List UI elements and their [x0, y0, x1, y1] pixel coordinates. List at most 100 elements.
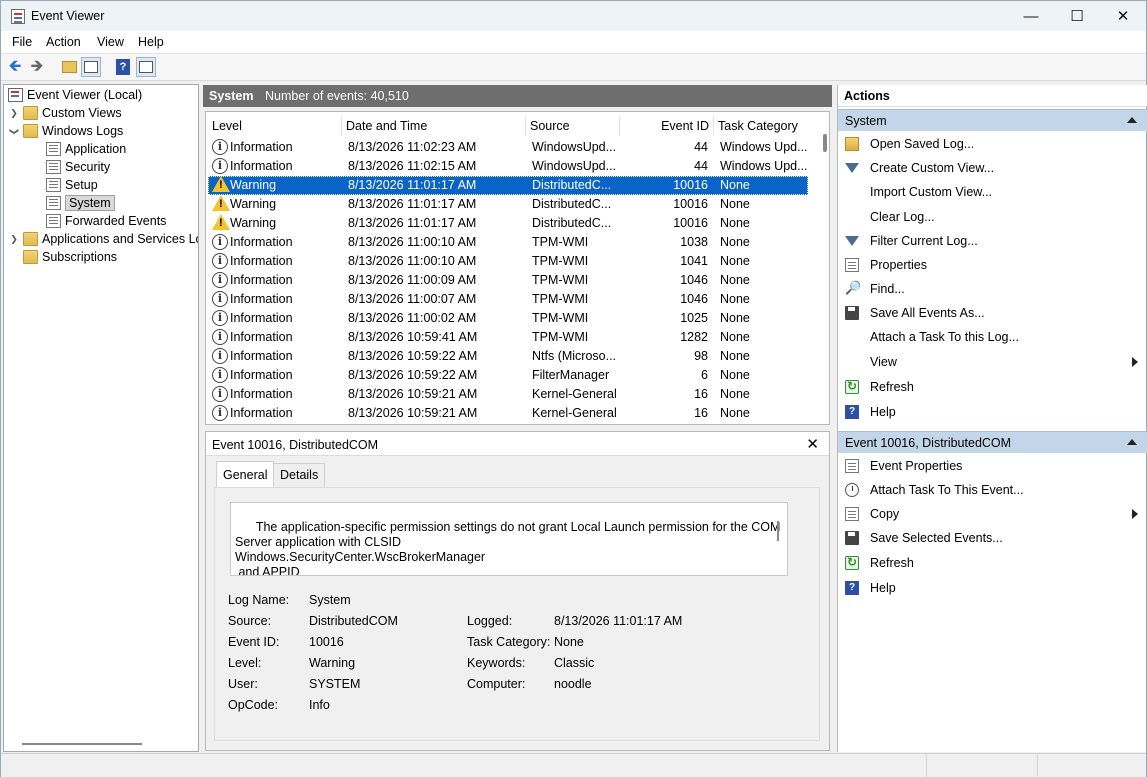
table-row[interactable]: Warning 8/13/2026 11:01:17 AM DistributedC…	[208, 195, 808, 214]
computer-label: Computer:	[467, 677, 526, 691]
tree-item-application[interactable]: Application	[46, 140, 126, 158]
menu-view[interactable]: View	[97, 35, 124, 49]
actions-section-event[interactable]: Event 10016, DistributedCOM	[838, 431, 1147, 453]
column-header-date[interactable]: Date and Time	[342, 116, 526, 136]
action-create-custom-view[interactable]: Create Custom View...	[838, 157, 1147, 179]
table-row[interactable]: i Information 8/13/2026 11:00:10 AM TPM-WMI…	[208, 233, 808, 252]
table-row[interactable]: Warning 8/13/2026 11:01:17 AM DistributedC…	[208, 214, 808, 233]
table-row[interactable]: i Information 8/13/2026 11:00:02 AM TPM-WMI…	[208, 309, 808, 328]
collapse-arrow-icon[interactable]	[1127, 117, 1137, 123]
description-scrollbar[interactable]	[777, 521, 779, 541]
expand-chevron-icon[interactable]: ❯	[8, 234, 20, 245]
tab-general[interactable]: General	[216, 461, 275, 488]
tree-item-setup[interactable]: Setup	[46, 176, 98, 194]
tab-details[interactable]: Details	[273, 463, 326, 487]
tree-root[interactable]: Event Viewer (Local)	[8, 86, 142, 104]
table-row[interactable]: Warning 8/13/2026 11:01:17 AM DistributedC…	[208, 176, 808, 195]
log-icon	[46, 142, 61, 156]
cell-date: 8/13/2026 11:01:17 AM	[348, 197, 477, 211]
tree-item-system[interactable]: System	[46, 194, 115, 212]
action-view[interactable]: View	[838, 351, 1147, 373]
detail-header: Event 10016, DistributedCOM ✕	[206, 432, 829, 456]
action-copy[interactable]: Copy	[838, 503, 1147, 525]
cell-date: 8/13/2026 11:01:17 AM	[348, 178, 477, 192]
cell-task-category: None	[720, 349, 750, 363]
action-attach-task-to-this-event[interactable]: Attach Task To This Event...	[838, 479, 1147, 501]
maximize-button[interactable]: ☐	[1054, 1, 1100, 31]
action-save-selected-events[interactable]: Save Selected Events...	[838, 527, 1147, 549]
up-folder-button[interactable]	[59, 57, 79, 77]
action-help[interactable]: ? Help	[838, 401, 1147, 423]
cell-level: Warning	[230, 216, 277, 230]
event-description[interactable]: The application-specific permission sett…	[230, 502, 788, 576]
action-label: Attach a Task To this Log...	[870, 330, 1019, 344]
minimize-button[interactable]: —	[1008, 1, 1054, 31]
column-header-source[interactable]: Source	[526, 116, 620, 136]
help-toolbar-button[interactable]: ?	[113, 57, 133, 77]
table-row[interactable]: i Information 8/13/2026 11:00:09 AM TPM-WMI…	[208, 271, 808, 290]
tree-item-custom-views[interactable]: ❯ Custom Views	[8, 104, 122, 122]
action-attach-a-task-to-this-log[interactable]: Attach a Task To this Log...	[838, 326, 1147, 348]
action-open-saved-log[interactable]: Open Saved Log...	[838, 133, 1147, 155]
action-label: Clear Log...	[870, 210, 935, 224]
properties-icon	[845, 258, 859, 272]
table-row[interactable]: i Information 8/13/2026 11:00:10 AM TPM-WMI…	[208, 252, 808, 271]
tree-item-forwarded-events[interactable]: Forwarded Events	[46, 212, 166, 230]
cell-task-category: None	[720, 311, 750, 325]
show-hide-action-pane-button[interactable]	[136, 57, 156, 77]
horizontal-scrollbar[interactable]	[22, 743, 142, 745]
cell-level: Information	[230, 159, 293, 173]
cell-level: Information	[230, 292, 293, 306]
task-category-value: None	[554, 635, 584, 649]
menu-help[interactable]: Help	[138, 35, 164, 49]
tree-item-subscriptions[interactable]: Subscriptions	[8, 248, 117, 266]
close-button[interactable]: ✕	[1100, 1, 1146, 31]
table-row[interactable]: i Information 8/13/2026 10:59:22 AM FilterM…	[208, 366, 808, 385]
forward-button[interactable]: 🡺	[27, 57, 47, 77]
vertical-scrollbar[interactable]	[823, 134, 827, 152]
table-row[interactable]: i Information 8/13/2026 10:59:21 AM Kernel-…	[208, 404, 808, 423]
table-row[interactable]: i Information 8/13/2026 10:59:41 AM TPM-WMI…	[208, 328, 808, 347]
action-find[interactable]: 🔎 Find...	[838, 278, 1147, 300]
information-icon: i	[212, 234, 228, 250]
cell-event-id: 10016	[673, 197, 708, 211]
action-filter-current-log[interactable]: Filter Current Log...	[838, 230, 1147, 252]
event-viewer-app-icon	[11, 9, 25, 24]
expand-chevron-icon[interactable]: ❯	[8, 108, 20, 119]
menu-file[interactable]: File	[12, 35, 32, 49]
cell-date: 8/13/2026 11:00:07 AM	[348, 292, 477, 306]
action-pane-icon	[139, 61, 153, 73]
source-label: Source:	[228, 614, 272, 628]
action-refresh[interactable]: Refresh	[838, 376, 1147, 398]
action-save-all-events-as[interactable]: Save All Events As...	[838, 302, 1147, 324]
menu-action[interactable]: Action	[46, 35, 81, 49]
action-clear-log[interactable]: Clear Log...	[838, 206, 1147, 228]
table-row[interactable]: i Information 8/13/2026 11:02:23 AM Windows…	[208, 138, 808, 157]
table-row[interactable]: i Information 8/13/2026 10:59:21 AM Kernel-…	[208, 385, 808, 404]
tree-item-windows-logs[interactable]: ❯ Windows Logs	[8, 122, 123, 140]
column-header-task-category[interactable]: Task Category	[714, 116, 808, 136]
collapse-chevron-icon[interactable]: ❯	[9, 125, 20, 137]
cell-task-category: None	[720, 292, 750, 306]
show-hide-console-tree-button[interactable]	[81, 57, 101, 77]
cell-source: DistributedC...	[532, 197, 612, 211]
table-row[interactable]: i Information 8/13/2026 11:00:07 AM TPM-WMI…	[208, 290, 808, 309]
column-header-level[interactable]: Level	[208, 116, 342, 136]
cell-source: TPM-WMI	[532, 330, 589, 344]
actions-section-system[interactable]: System	[838, 109, 1147, 131]
table-row[interactable]: i Information 8/13/2026 11:02:15 AM Windows…	[208, 157, 808, 176]
action-help[interactable]: ? Help	[838, 577, 1147, 599]
logged-value: 8/13/2026 11:01:17 AM	[554, 614, 683, 628]
status-divider	[926, 754, 927, 777]
action-import-custom-view[interactable]: Import Custom View...	[838, 181, 1147, 203]
action-properties[interactable]: Properties	[838, 254, 1147, 276]
table-row[interactable]: i Information 8/13/2026 10:59:22 AM Ntfs (M…	[208, 347, 808, 366]
back-button[interactable]: 🡸	[5, 57, 25, 77]
column-header-event-id[interactable]: Event ID	[620, 116, 714, 136]
tree-item-security[interactable]: Security	[46, 158, 110, 176]
action-event-properties[interactable]: Event Properties	[838, 455, 1147, 477]
tree-item-applications-services[interactable]: ❯ Applications and Services Lo	[8, 230, 198, 248]
collapse-arrow-icon[interactable]	[1127, 439, 1137, 445]
close-detail-icon[interactable]: ✕	[806, 435, 819, 453]
action-refresh[interactable]: Refresh	[838, 552, 1147, 574]
